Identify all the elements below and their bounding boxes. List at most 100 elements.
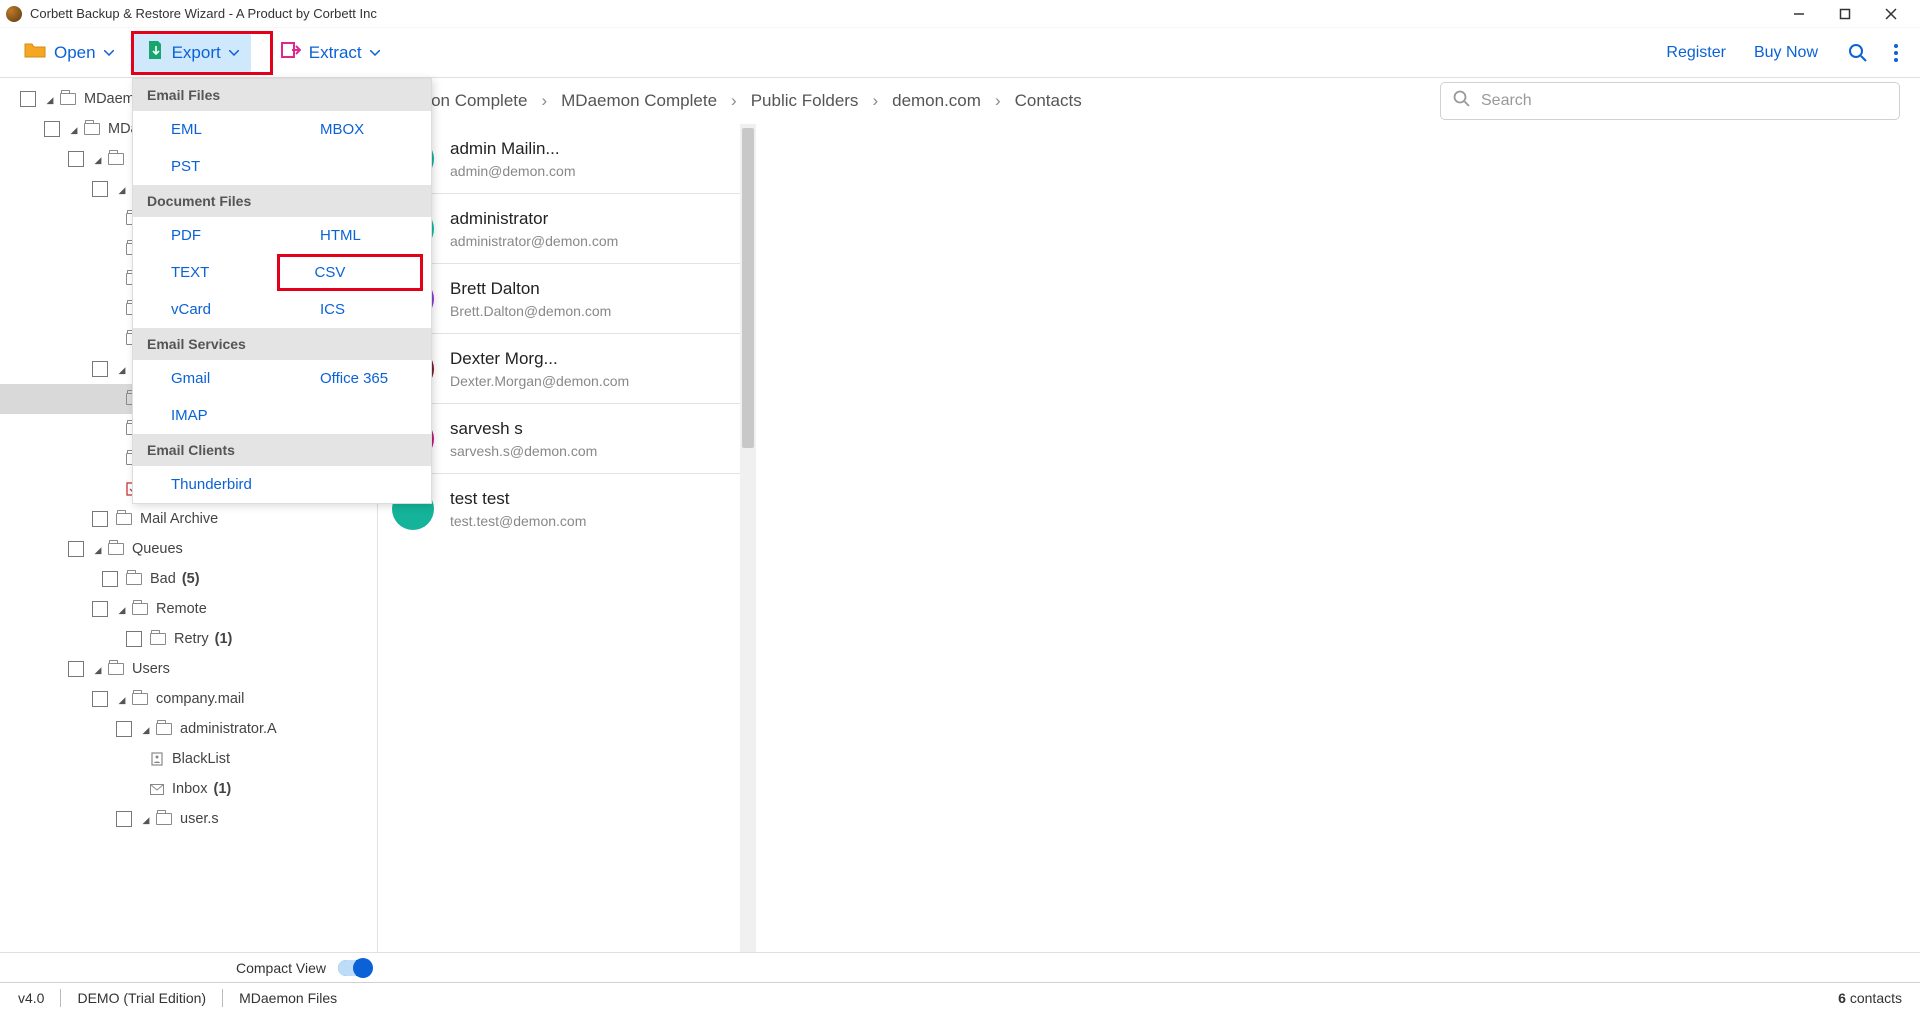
- export-option-gmail[interactable]: Gmail: [133, 360, 282, 397]
- close-button[interactable]: [1868, 0, 1914, 28]
- contact-row[interactable]: Brett Dalton Brett.Dalton@demon.com: [378, 264, 756, 334]
- export-option-text[interactable]: TEXT: [133, 254, 277, 291]
- tree-label: Mail Archive: [140, 511, 218, 527]
- export-section-header: Email Services: [133, 328, 431, 360]
- chevron-down-icon: [229, 50, 239, 56]
- tree-node-queues[interactable]: Queues: [0, 534, 377, 564]
- status-bar: v4.0 DEMO (Trial Edition) MDaemon Files …: [0, 982, 1920, 1012]
- tree-node-bad[interactable]: Bad (5): [0, 564, 377, 594]
- contact-name: Dexter Morg...: [450, 349, 629, 369]
- contact-email: test.test@demon.com: [450, 513, 586, 529]
- tree-node-users2[interactable]: user.s: [0, 804, 377, 834]
- export-option-office-365[interactable]: Office 365: [282, 360, 431, 397]
- file-export-icon: [146, 40, 164, 65]
- contacts-count-label: contacts: [1850, 990, 1902, 1006]
- export-section-header: Email Clients: [133, 434, 431, 466]
- open-label: Open: [54, 43, 96, 63]
- source-label: MDaemon Files: [239, 990, 337, 1006]
- tree-node-users[interactable]: Users: [0, 654, 377, 684]
- window-title: Corbett Backup & Restore Wizard - A Prod…: [30, 6, 377, 21]
- breadcrumb: aemon Complete › MDaemon Complete › Publ…: [398, 91, 1440, 111]
- tree-label: administrator.A: [180, 721, 277, 737]
- tree-node-mail-archive[interactable]: Mail Archive: [0, 504, 377, 534]
- breadcrumb-part[interactable]: Contacts: [1015, 91, 1082, 111]
- compact-view-toggle[interactable]: [338, 960, 372, 976]
- contacts-count: 6: [1838, 990, 1846, 1006]
- contact-row[interactable]: admin Mailin... admin@demon.com: [378, 124, 756, 194]
- chevron-right-icon: ›: [995, 91, 1001, 111]
- search-icon[interactable]: [1846, 41, 1870, 65]
- tree-label: Users: [132, 661, 170, 677]
- breadcrumb-part[interactable]: Public Folders: [751, 91, 859, 111]
- export-button[interactable]: Export: [134, 33, 251, 73]
- minimize-button[interactable]: [1776, 0, 1822, 28]
- export-option-pdf[interactable]: PDF: [133, 217, 282, 254]
- maximize-button[interactable]: [1822, 0, 1868, 28]
- tree-node-blacklist[interactable]: BlackList: [0, 744, 377, 774]
- export-option-eml[interactable]: EML: [133, 111, 282, 148]
- tree-label: Inbox: [172, 781, 207, 797]
- export-section-header: Email Files: [133, 79, 431, 111]
- tree-node-inbox[interactable]: Inbox (1): [0, 774, 377, 804]
- export-option-vcard[interactable]: vCard: [133, 291, 282, 328]
- contact-name: administrator: [450, 209, 618, 229]
- contact-email: Brett.Dalton@demon.com: [450, 303, 611, 319]
- export-dropdown: Email FilesEMLMBOXPSTDocument FilesPDFHT…: [132, 78, 432, 504]
- tree-label: Bad: [150, 571, 176, 587]
- contact-name: admin Mailin...: [450, 139, 576, 159]
- tree-label: Queues: [132, 541, 183, 557]
- export-option-mbox[interactable]: MBOX: [282, 111, 431, 148]
- contact-detail-pane: [756, 124, 1920, 952]
- tree-label: user.s: [180, 811, 219, 827]
- chevron-down-icon: [104, 50, 114, 56]
- export-option-imap[interactable]: IMAP: [133, 397, 282, 434]
- content-pane: aemon Complete › MDaemon Complete › Publ…: [378, 78, 1920, 952]
- more-menu-icon[interactable]: [1884, 41, 1908, 65]
- contact-email: administrator@demon.com: [450, 233, 618, 249]
- breadcrumb-part[interactable]: MDaemon Complete: [561, 91, 717, 111]
- tree-label: Retry: [174, 631, 209, 647]
- chevron-right-icon: ›: [872, 91, 878, 111]
- tree-node-administrator[interactable]: administrator.A: [0, 714, 377, 744]
- folder-open-icon: [24, 41, 46, 64]
- tree-node-retry[interactable]: Retry(1): [0, 624, 377, 654]
- edition-label: DEMO (Trial Edition): [77, 990, 206, 1006]
- search-input[interactable]: Search: [1440, 82, 1900, 120]
- contact-name: test test: [450, 489, 586, 509]
- tree-label: company.mail: [156, 691, 244, 707]
- export-option-html[interactable]: HTML: [282, 217, 431, 254]
- tree-count: (1): [213, 781, 231, 797]
- export-option-empty: [282, 148, 431, 185]
- tree-count: (5): [182, 571, 200, 587]
- version-label: v4.0: [18, 990, 44, 1006]
- export-option-csv[interactable]: CSV: [277, 254, 424, 291]
- buy-now-link[interactable]: Buy Now: [1754, 44, 1818, 62]
- contact-row[interactable]: administrator administrator@demon.com: [378, 194, 756, 264]
- export-section-header: Document Files: [133, 185, 431, 217]
- tree-node-remote[interactable]: Remote: [0, 594, 377, 624]
- open-button[interactable]: Open: [12, 33, 126, 73]
- compact-view-label: Compact View: [236, 960, 326, 976]
- contact-name: sarvesh s: [450, 419, 597, 439]
- contact-email: Dexter.Morgan@demon.com: [450, 373, 629, 389]
- contact-name: Brett Dalton: [450, 279, 611, 299]
- export-option-pst[interactable]: PST: [133, 148, 282, 185]
- extract-button[interactable]: Extract: [269, 33, 392, 73]
- export-option-thunderbird[interactable]: Thunderbird: [133, 466, 282, 503]
- tree-node-company[interactable]: company.mail: [0, 684, 377, 714]
- search-icon: [1453, 90, 1471, 113]
- scrollbar-vertical[interactable]: [740, 124, 756, 952]
- export-option-ics[interactable]: ICS: [282, 291, 431, 328]
- contact-row[interactable]: sarvesh ssarvesh.s@demon.com: [378, 404, 756, 474]
- export-option-empty: [282, 397, 431, 434]
- contact-email: admin@demon.com: [450, 163, 576, 179]
- main-toolbar: Open Export Extract Register Buy Now: [0, 28, 1920, 78]
- breadcrumb-part[interactable]: demon.com: [892, 91, 981, 111]
- tree-label: BlackList: [172, 751, 230, 767]
- contact-row[interactable]: Dexter Morg... Dexter.Morgan@demon.com: [378, 334, 756, 404]
- contact-row[interactable]: test test test.test@demon.com: [378, 474, 756, 544]
- chevron-down-icon: [370, 50, 380, 56]
- app-icon: [6, 6, 22, 22]
- scrollbar-thumb[interactable]: [742, 128, 754, 448]
- register-link[interactable]: Register: [1666, 44, 1726, 62]
